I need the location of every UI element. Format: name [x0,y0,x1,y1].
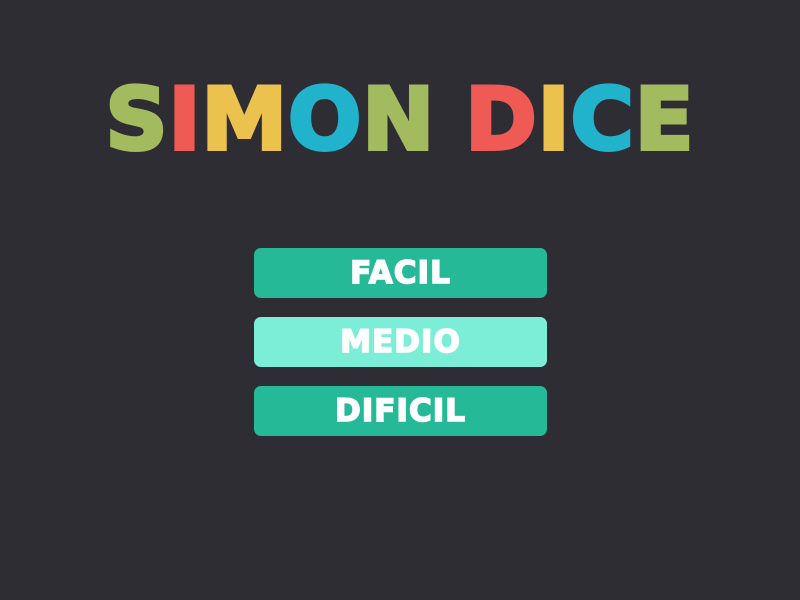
title-letter: I [536,70,572,170]
game-screen: SIMONDICE FACIL MEDIO DIFICIL [0,0,800,600]
title-letter: M [200,70,290,170]
difficulty-menu: FACIL MEDIO DIFICIL [254,248,547,455]
title-letter: S [104,70,170,170]
title-letter: O [286,70,363,170]
title-letter: I [167,70,203,170]
title-letter: D [463,70,538,170]
title-letter: E [633,70,696,170]
easy-button[interactable]: FACIL [254,248,547,298]
medium-button[interactable]: MEDIO [254,317,547,367]
title-letter: N [360,70,436,170]
game-title: SIMONDICE [0,70,800,170]
hard-button[interactable]: DIFICIL [254,386,547,436]
title-letter: C [569,70,636,170]
